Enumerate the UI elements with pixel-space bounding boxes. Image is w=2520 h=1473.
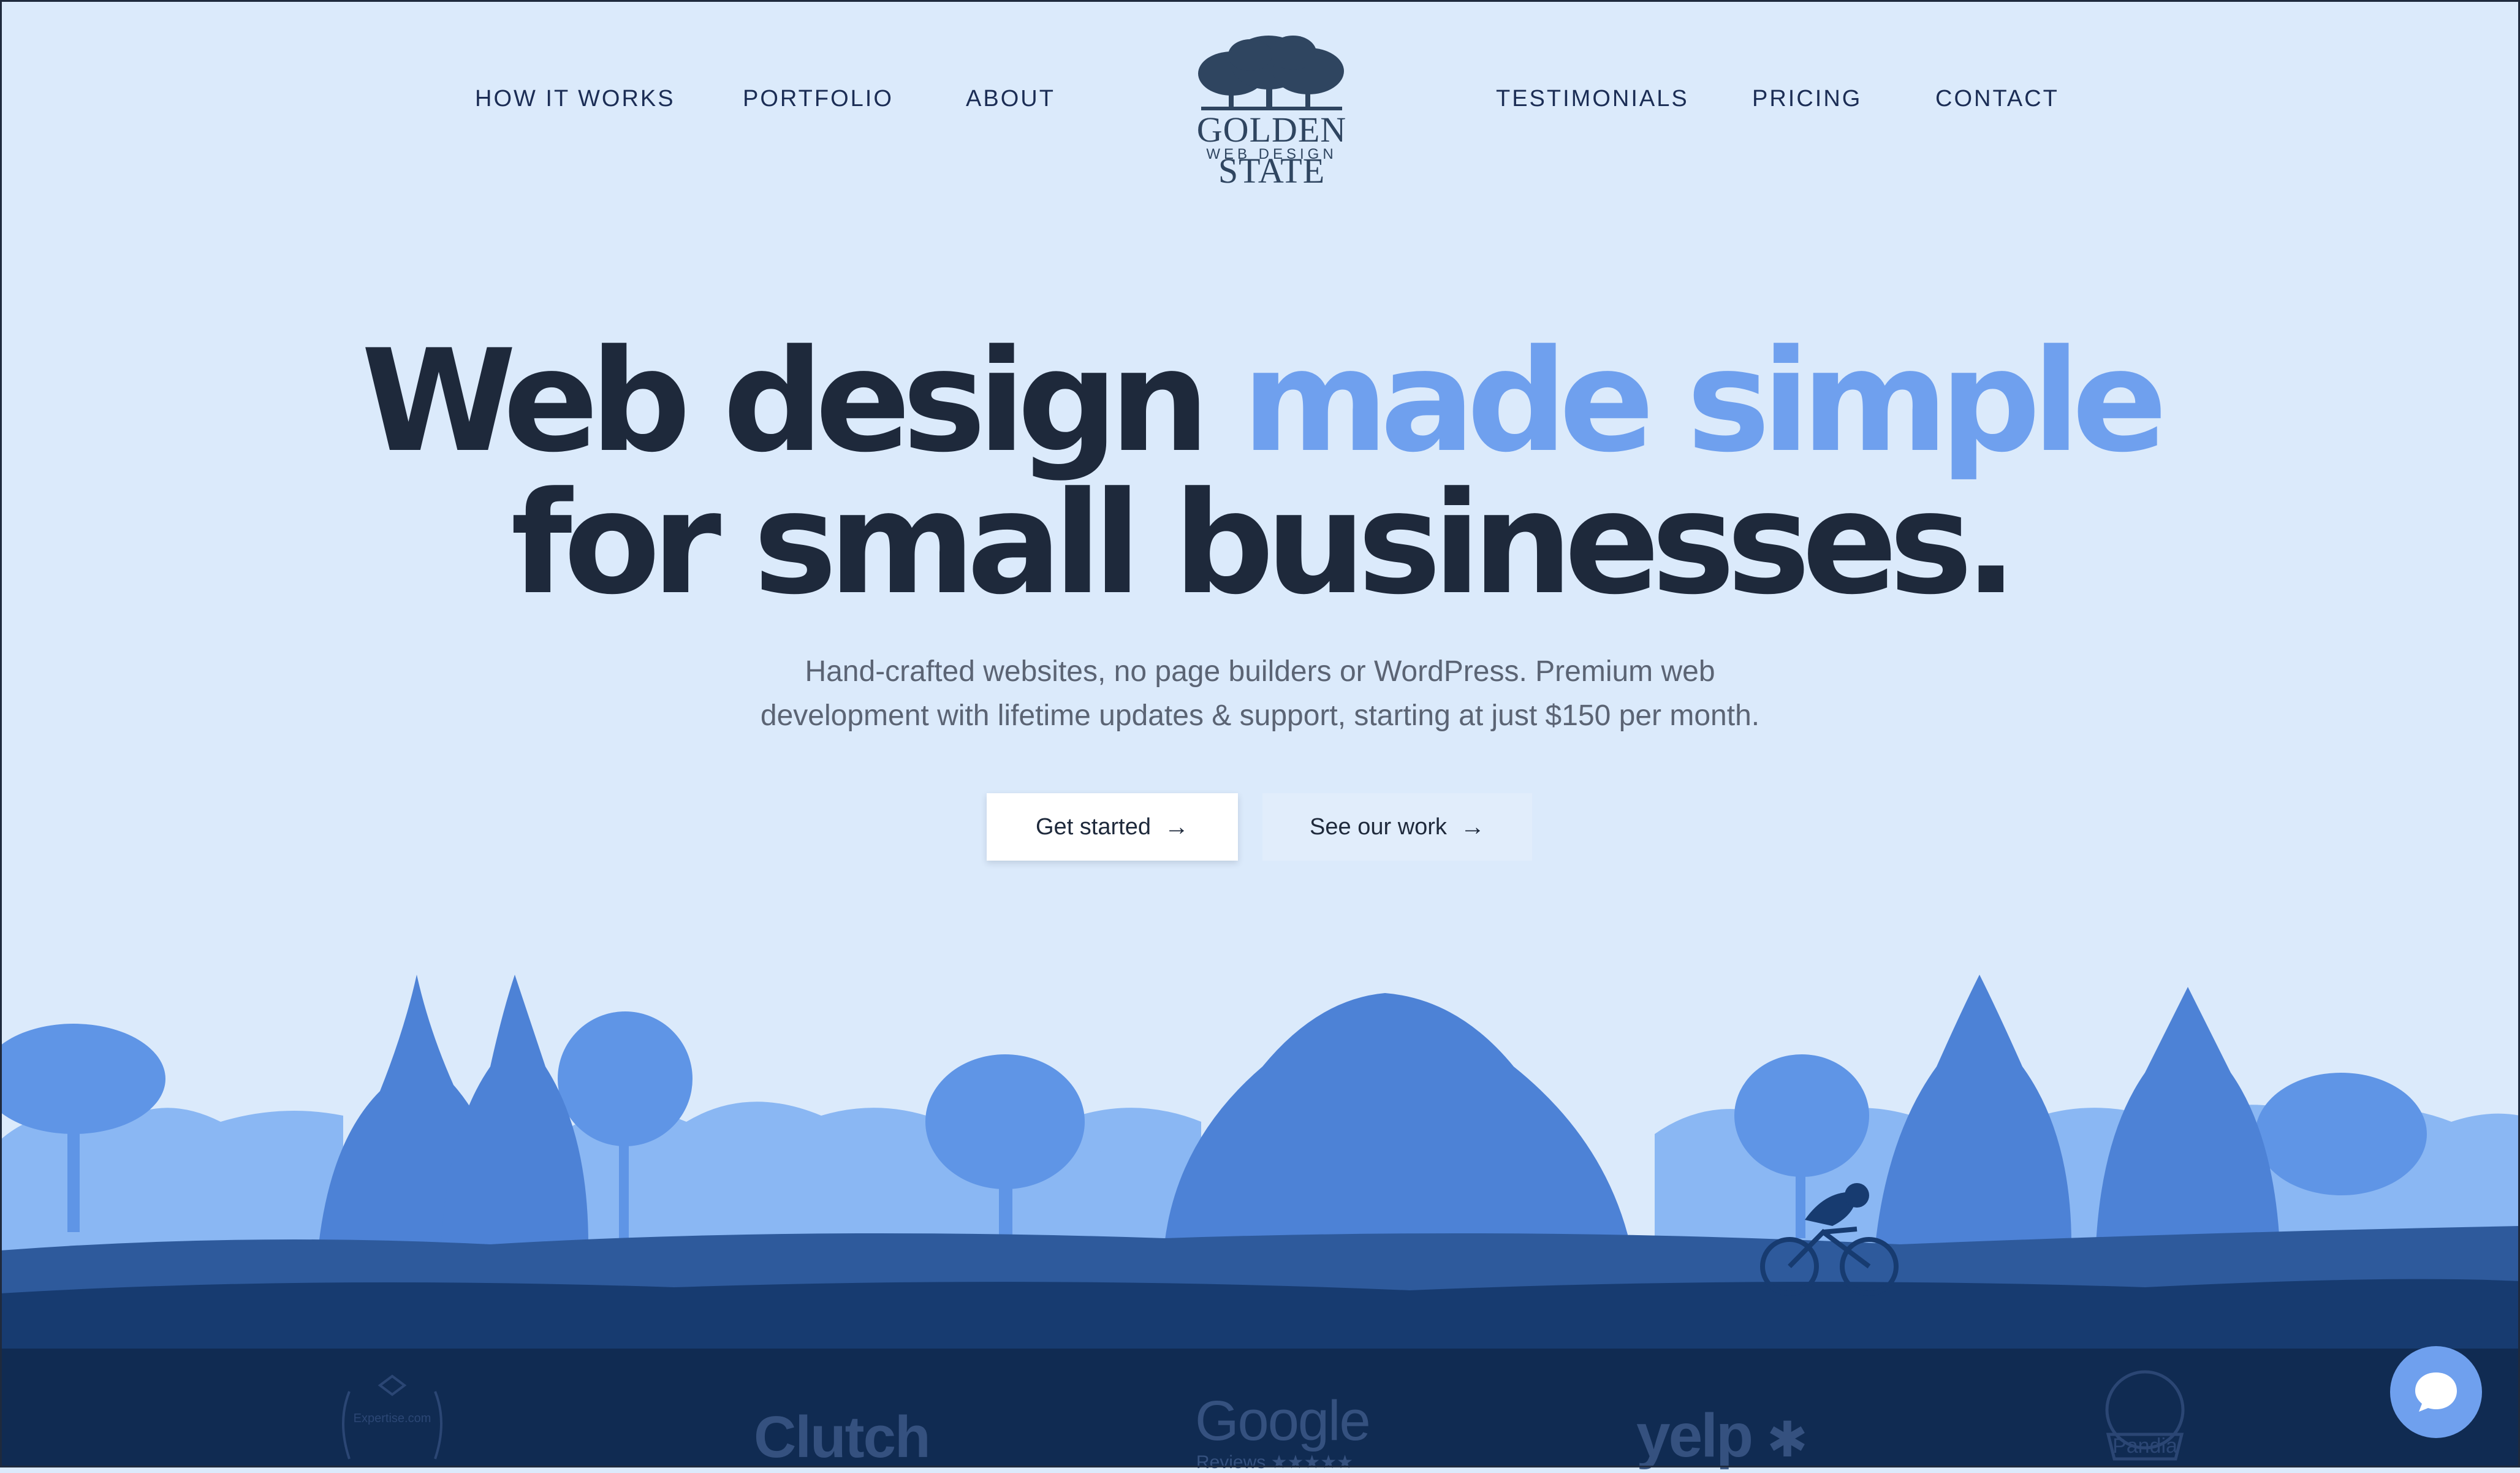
nav-link-how-it-works[interactable]: HOW IT WORKS	[475, 86, 675, 112]
nav-link-about[interactable]: ABOUT	[966, 86, 1055, 112]
nav-link-pricing[interactable]: PRICING	[1752, 86, 1862, 112]
google-label: Google	[1195, 1390, 1371, 1452]
top-navigation: HOW IT WORKS PORTFOLIO ABOUT GOLDEN STAT…	[0, 0, 2520, 196]
see-our-work-label: See our work	[1310, 813, 1447, 840]
get-started-button[interactable]: Get started →	[987, 793, 1238, 861]
oak-tree-logo-icon	[1198, 36, 1344, 110]
yelp-label: yelp	[1636, 1401, 1753, 1470]
hero-heading-part1: Web design	[361, 320, 1242, 484]
expertise-badge-label: Expertise.com	[354, 1412, 431, 1425]
pandia-badge-label: Pandia	[2112, 1434, 2177, 1458]
hero-heading-accent: made simple	[1242, 320, 2167, 484]
google-reviews-badge[interactable]: Google Reviews ★★★★★	[1195, 1390, 1371, 1473]
clutch-label: Clutch	[754, 1404, 931, 1470]
pandia-badge[interactable]: Pandia	[2071, 1367, 2218, 1467]
yelp-burst-icon: ✱	[1766, 1412, 1808, 1467]
chat-bubble-icon	[2415, 1372, 2457, 1412]
hero-subtitle-line2: development with lifetime updates & supp…	[760, 699, 1760, 732]
google-reviews-label: Reviews ★★★★★	[1196, 1452, 1354, 1472]
hero-heading-part2: for small businesses.	[510, 462, 2018, 626]
hero-heading: Web design made simple for small busines…	[0, 331, 2520, 615]
nav-link-testimonials[interactable]: TESTIMONIALS	[1496, 86, 1689, 112]
nav-link-portfolio[interactable]: PORTFOLIO	[743, 86, 894, 112]
chat-launcher-button[interactable]	[2390, 1346, 2482, 1438]
clutch-badge[interactable]: Clutch	[754, 1404, 931, 1471]
arrow-right-icon: →	[1460, 813, 1485, 840]
logo-subtitle: WEB DESIGN	[1206, 146, 1337, 162]
hero-subtitle-line1: Hand-crafted websites, no page builders …	[805, 655, 1715, 688]
yelp-badge[interactable]: yelp ✱	[1636, 1401, 1808, 1471]
arrow-right-icon: →	[1164, 813, 1189, 840]
site-logo[interactable]: GOLDEN STATE WEB DESIGN	[1158, 31, 1385, 191]
hero-subtitle: Hand-crafted websites, no page builders …	[735, 650, 1785, 738]
get-started-label: Get started	[1036, 813, 1151, 840]
see-our-work-button[interactable]: See our work →	[1262, 793, 1532, 861]
expertise-badge[interactable]: Expertise.com	[325, 1373, 460, 1465]
nav-link-contact[interactable]: CONTACT	[1935, 86, 2059, 112]
